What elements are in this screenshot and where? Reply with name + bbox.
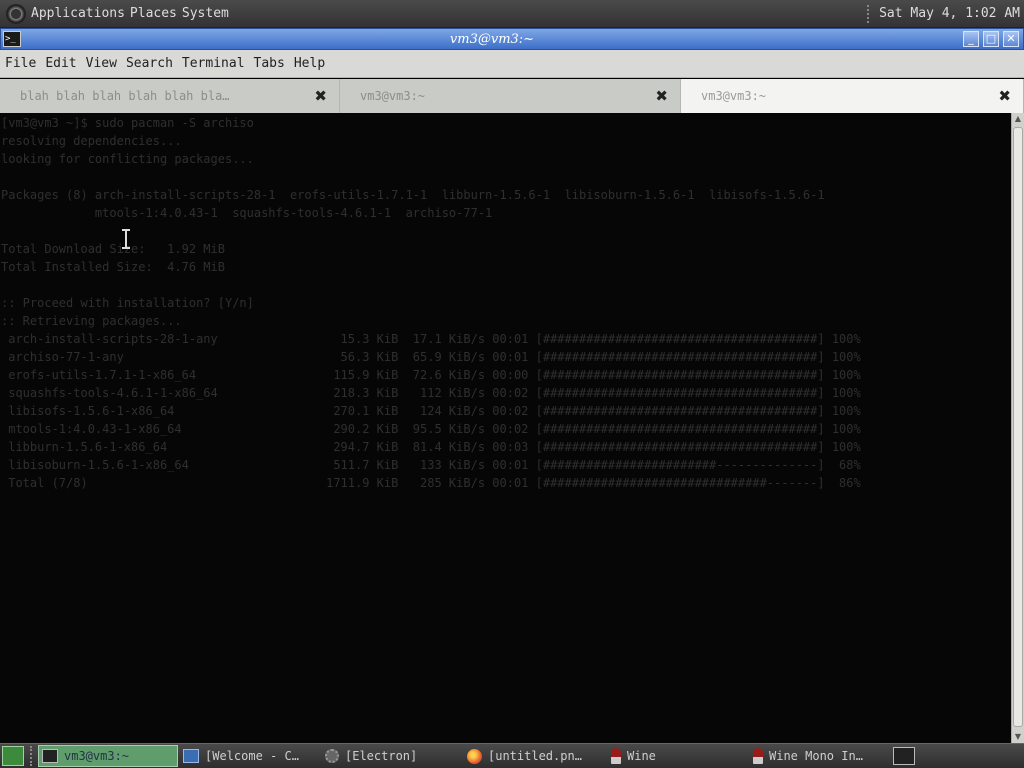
window-title: vm3@vm3:~ — [449, 31, 535, 47]
menu-search[interactable]: Search — [126, 56, 173, 71]
terminal-line: Total Download Size: 1.92 MiB — [1, 242, 225, 256]
terminal-line: resolving dependencies... — [1, 134, 182, 148]
close-tab-icon[interactable]: ✖ — [998, 87, 1011, 105]
tab-2[interactable]: vm3@vm3:~ ✖ — [340, 79, 681, 113]
terminal-line: Total (7/8) 1711.9 KiB 285 KiB/s 00:01 [… — [1, 476, 861, 490]
firefox-icon — [467, 748, 482, 764]
terminal-icon[interactable]: >_ — [3, 31, 21, 47]
terminal-line: :: Retrieving packages... — [1, 314, 182, 328]
menu-view[interactable]: View — [86, 56, 117, 71]
scroll-thumb[interactable] — [1013, 127, 1023, 727]
tab-label: blah blah blah blah blah bla… — [20, 89, 230, 103]
terminal-line: :: Proceed with installation? [Y/n] — [1, 296, 254, 310]
menu-tabs[interactable]: Tabs — [254, 56, 285, 71]
system-menu[interactable]: System — [182, 6, 229, 21]
terminal-line: archiso-77-1-any 56.3 KiB 65.9 KiB/s 00:… — [1, 350, 861, 364]
task-wine-mono[interactable]: Wine Mono In… — [750, 745, 885, 767]
task-firefox[interactable]: [untitled.pn… — [464, 745, 606, 767]
clock[interactable]: Sat May 4, 1:02 AM — [879, 6, 1020, 21]
gear-icon — [325, 749, 339, 763]
text-cursor-icon — [122, 229, 130, 249]
task-label: Wine Mono In… — [769, 749, 863, 763]
maximize-button[interactable]: □ — [983, 31, 999, 47]
tab-label: vm3@vm3:~ — [360, 89, 426, 103]
distro-logo-icon[interactable] — [6, 3, 26, 24]
menu-terminal[interactable]: Terminal — [182, 56, 245, 71]
minimize-button[interactable]: _ — [963, 31, 979, 47]
wine-icon — [753, 748, 763, 764]
terminal-line: squashfs-tools-4.6.1-1-x86_64 218.3 KiB … — [1, 386, 861, 400]
task-label: [Welcome - C… — [205, 749, 299, 763]
terminal-line: libisofs-1.5.6-1-x86_64 270.1 KiB 124 Ki… — [1, 404, 861, 418]
close-tab-icon[interactable]: ✖ — [655, 87, 668, 105]
task-terminal[interactable]: vm3@vm3:~ — [38, 745, 178, 767]
task-label: Wine — [627, 749, 656, 763]
task-electron[interactable]: [Electron] — [322, 745, 462, 767]
document-icon — [183, 749, 199, 763]
window-titlebar[interactable]: >_ vm3@vm3:~ _ □ ✕ — [0, 28, 1024, 50]
scroll-down-icon[interactable]: ▼ — [1013, 732, 1023, 742]
close-button[interactable]: ✕ — [1003, 31, 1019, 47]
terminal-scrollbar[interactable]: ▲ ▼ — [1011, 113, 1024, 743]
task-label: vm3@vm3:~ — [64, 749, 130, 763]
panel-handle[interactable] — [867, 4, 871, 23]
terminal-line: libisoburn-1.5.6-1-x86_64 511.7 KiB 133 … — [1, 458, 861, 472]
terminal-lines: [vm3@vm3 ~]$ sudo pacman -S archiso resol… — [0, 113, 1011, 492]
terminal-output[interactable]: [vm3@vm3 ~]$ sudo pacman -S archiso resol… — [0, 113, 1011, 743]
terminal-line: [vm3@vm3 ~]$ sudo pacman -S archiso — [1, 116, 254, 130]
terminal-icon — [42, 749, 58, 763]
menu-edit[interactable]: Edit — [45, 56, 76, 71]
task-wine[interactable]: Wine — [608, 745, 748, 767]
places-menu[interactable]: Places — [130, 6, 177, 21]
tab-1[interactable]: blah blah blah blah blah bla… ✖ — [0, 79, 340, 113]
terminal-line: Total Installed Size: 4.76 MiB — [1, 260, 225, 274]
wine-icon — [611, 748, 621, 764]
terminal-line: libburn-1.5.6-1-x86_64 294.7 KiB 81.4 Ki… — [1, 440, 861, 454]
close-tab-icon[interactable]: ✖ — [314, 87, 327, 105]
terminal-line: looking for conflicting packages... — [1, 152, 254, 166]
terminal-line: erofs-utils-1.7.1-1-x86_64 115.9 KiB 72.… — [1, 368, 861, 382]
terminal-line: Packages (8) arch-install-scripts-28-1 e… — [1, 188, 825, 202]
menu-help[interactable]: Help — [294, 56, 325, 71]
task-label: [Electron] — [345, 749, 418, 763]
tab-3[interactable]: vm3@vm3:~ ✖ — [681, 79, 1024, 113]
show-desktop-icon[interactable] — [2, 746, 24, 766]
terminal-line: mtools-1:4.0.43-1-x86_64 290.2 KiB 95.5 … — [1, 422, 861, 436]
menubar: File Edit View Search Terminal Tabs Help — [0, 50, 1024, 78]
terminal-line: arch-install-scripts-28-1-any 15.3 KiB 1… — [1, 332, 861, 346]
taskbar-grip[interactable] — [30, 746, 36, 766]
menu-file[interactable]: File — [5, 56, 36, 71]
scroll-up-icon[interactable]: ▲ — [1013, 114, 1023, 124]
task-label: [untitled.pn… — [488, 749, 582, 763]
task-welcome[interactable]: [Welcome - C… — [180, 745, 320, 767]
taskbar: vm3@vm3:~ [Welcome - C… [Electron] [unti… — [0, 743, 1024, 768]
terminal-launcher-icon[interactable] — [893, 747, 915, 765]
applications-menu[interactable]: Applications — [31, 6, 125, 21]
tab-bar: blah blah blah blah blah bla… ✖ vm3@vm3:… — [0, 79, 1024, 113]
tab-label: vm3@vm3:~ — [701, 89, 767, 103]
top-panel: Applications Places System Sat May 4, 1:… — [0, 0, 1024, 28]
terminal-line: mtools-1:4.0.43-1 squashfs-tools-4.6.1-1… — [1, 206, 493, 220]
